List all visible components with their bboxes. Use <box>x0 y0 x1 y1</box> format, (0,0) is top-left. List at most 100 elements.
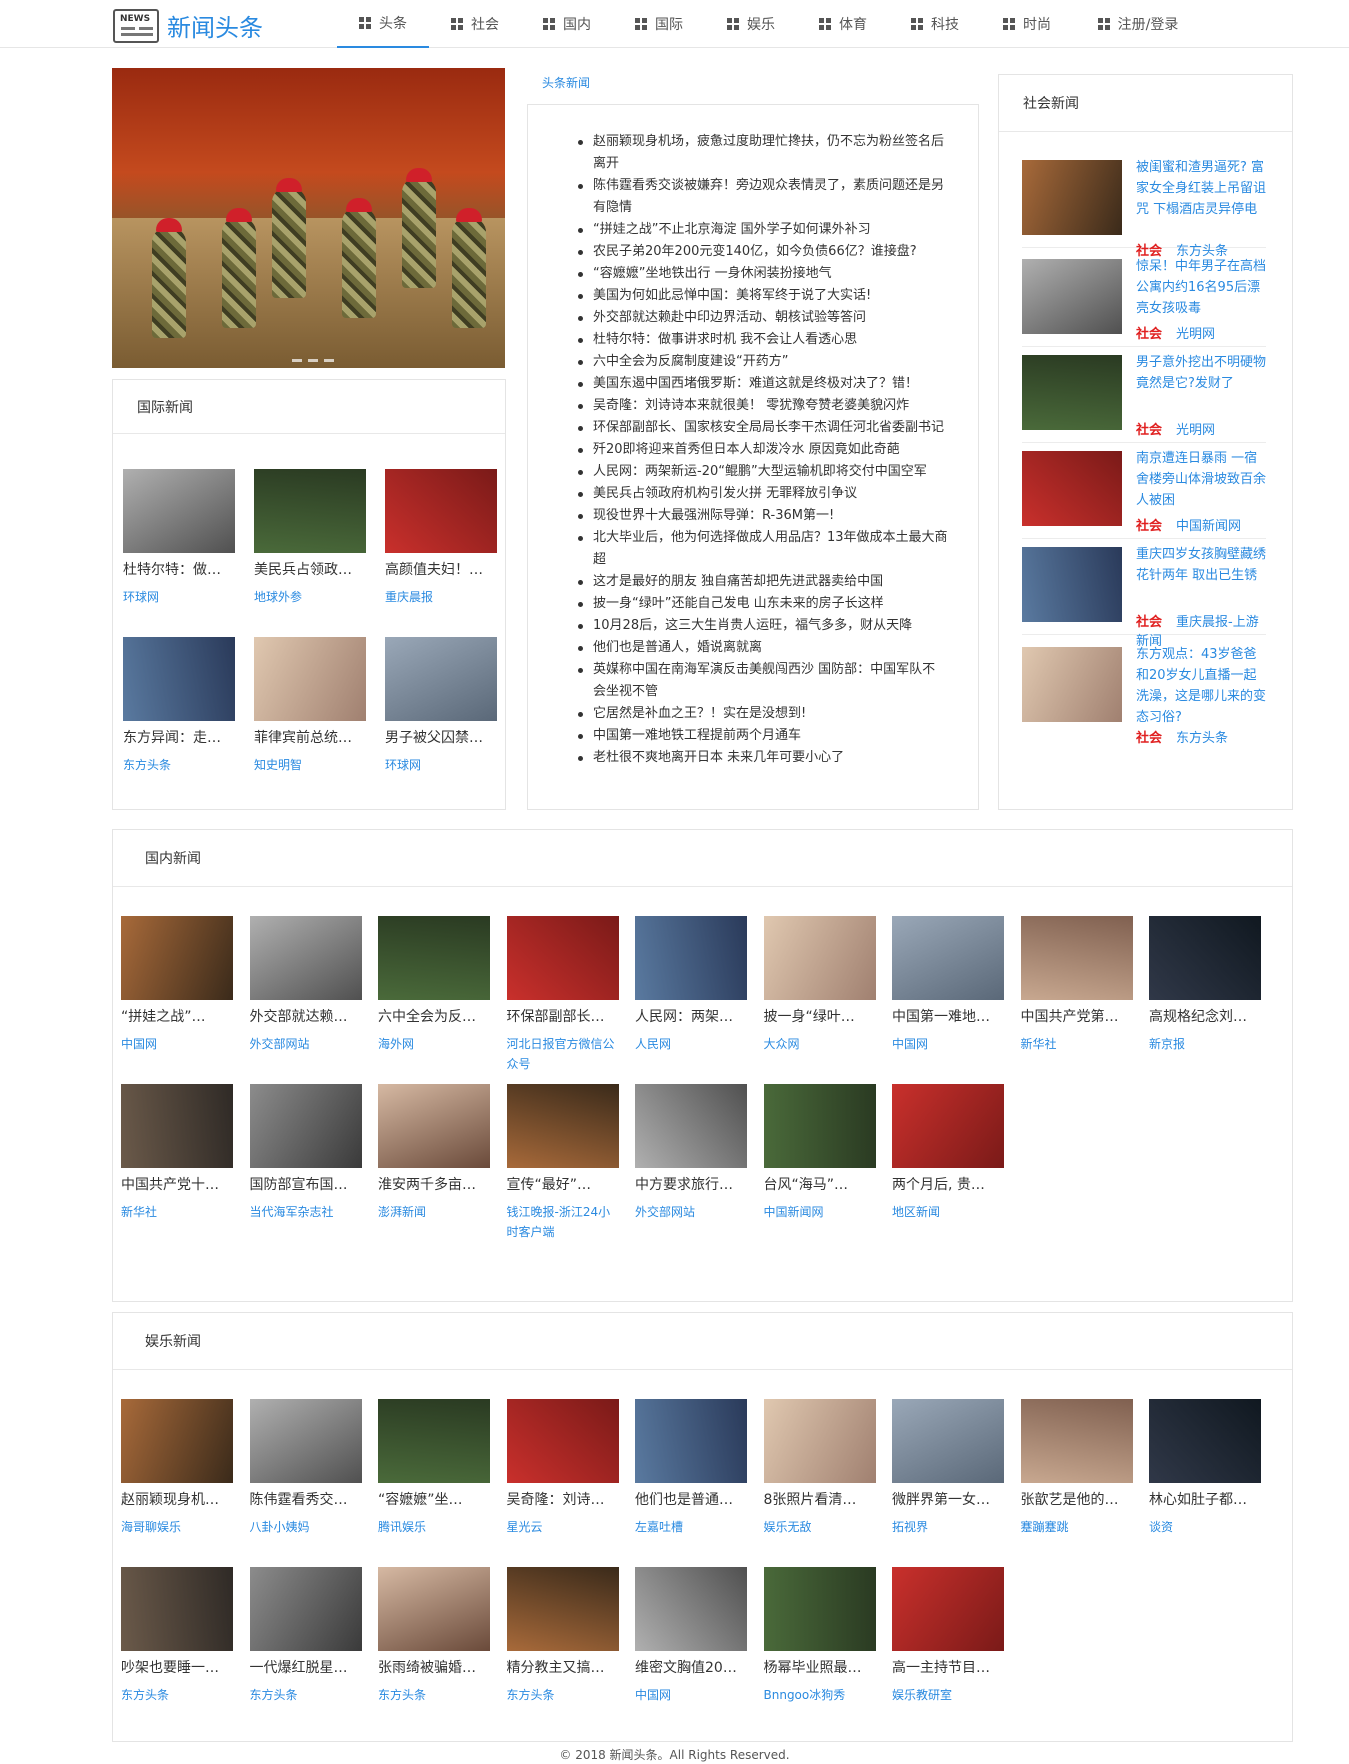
news-card[interactable]: 微胖界第一女… 拓视界 <box>892 1399 1004 1537</box>
headline-item[interactable]: 赵丽颖现身机场，疲惫过度助理忙搀扶，仍不忘为粉丝签名后离开 <box>578 131 948 175</box>
news-thumbnail[interactable] <box>1020 1399 1133 1483</box>
news-card-source[interactable]: 东方头条 <box>378 1685 490 1705</box>
news-card-source[interactable]: 大众网 <box>764 1034 876 1054</box>
headline-item[interactable]: 美民兵占领政府机构引发火拼 无罪释放引争议 <box>578 483 948 505</box>
news-card-source[interactable]: 左嘉吐槽 <box>635 1517 747 1537</box>
news-card[interactable]: 维密文胸值20… 中国网 <box>635 1567 747 1705</box>
news-thumbnail[interactable] <box>1022 355 1122 430</box>
news-card-source[interactable]: 重庆晨报 <box>385 587 497 607</box>
news-card-source[interactable]: 东方头条 <box>507 1685 619 1705</box>
category-tag[interactable]: 社会 <box>1136 731 1162 746</box>
news-thumbnail[interactable] <box>385 469 497 553</box>
news-card-source[interactable]: 娱乐教研室 <box>892 1685 1004 1705</box>
news-card[interactable]: 他们也是普通… 左嘉吐槽 <box>635 1399 747 1537</box>
news-card[interactable]: 中方要求旅行… 外交部网站 <box>635 1084 747 1222</box>
news-thumbnail[interactable] <box>1022 160 1122 235</box>
headline-item[interactable]: 现役世界十大最强洲际导弹：R-36M第一! <box>578 505 948 527</box>
news-card-title[interactable]: 人民网：两架… <box>635 1006 747 1026</box>
news-thumbnail[interactable] <box>123 637 235 721</box>
society-news-item[interactable]: 东方观点：43岁爸爸和20岁女儿直播一起洗澡，这是哪儿来的变态习俗? 社会 东方头条 <box>1022 644 1268 746</box>
news-thumbnail[interactable] <box>506 1567 619 1651</box>
news-card-title[interactable]: 高颜值夫妇！… <box>385 559 497 579</box>
news-card-title[interactable]: 微胖界第一女… <box>892 1489 1004 1509</box>
news-thumbnail[interactable] <box>763 1567 876 1651</box>
site-logo[interactable]: NEWS 新闻头条 <box>113 8 263 43</box>
news-card[interactable]: 东方异闻：走… 东方头条 <box>123 637 235 775</box>
society-news-title[interactable]: 东方观点：43岁爸爸和20岁女儿直播一起洗澡，这是哪儿来的变态习俗? <box>1136 644 1268 728</box>
headline-item[interactable]: 农民子弟20年200元变140亿，如今负债66亿？谁接盘? <box>578 241 948 263</box>
news-card[interactable]: 张歆艺是他的… 蹇蹦蹇跳 <box>1020 1399 1133 1537</box>
news-card-source[interactable]: 外交部网站 <box>635 1202 747 1222</box>
news-thumbnail[interactable] <box>1149 916 1261 1000</box>
news-thumbnail[interactable] <box>763 1399 876 1483</box>
news-thumbnail[interactable] <box>249 1567 362 1651</box>
news-card-title[interactable]: 披一身“绿叶… <box>764 1006 876 1026</box>
news-card-title[interactable]: 台风“海马”… <box>764 1174 876 1194</box>
news-card[interactable]: 两个月后, 贵… 地区新闻 <box>892 1084 1004 1222</box>
news-card-title[interactable]: 赵丽颖现身机… <box>121 1489 233 1509</box>
news-card[interactable]: 国防部宣布国… 当代海军杂志社 <box>249 1084 362 1222</box>
news-thumbnail[interactable] <box>1020 916 1133 1000</box>
news-card-source[interactable]: 蹇蹦蹇跳 <box>1021 1517 1133 1537</box>
news-card-title[interactable]: 张雨绮被骗婚… <box>378 1657 490 1677</box>
news-card-source[interactable]: 环球网 <box>123 587 235 607</box>
news-card-source[interactable]: 新华社 <box>121 1202 233 1222</box>
news-card-source[interactable]: 地球外参 <box>254 587 366 607</box>
news-card-title[interactable]: 美民兵占领政… <box>254 559 366 579</box>
news-card-title[interactable]: “容嬷嬷”坐… <box>378 1489 490 1509</box>
news-card[interactable]: 张雨绮被骗婚… 东方头条 <box>378 1567 490 1705</box>
news-card-source[interactable]: 东方头条 <box>123 755 235 775</box>
nav-item-3[interactable]: 国际 <box>613 0 705 48</box>
news-card[interactable]: 吴奇隆：刘诗… 星光云 <box>506 1399 619 1537</box>
headline-item[interactable]: 环保部副部长、国家核安全局局长李干杰调任河北省委副书记 <box>578 417 948 439</box>
news-thumbnail[interactable] <box>385 637 497 721</box>
news-card-source[interactable]: 娱乐无敌 <box>764 1517 876 1537</box>
nav-item-5[interactable]: 体育 <box>797 0 889 48</box>
news-card-source[interactable]: 澎湃新闻 <box>378 1202 490 1222</box>
news-card-title[interactable]: 一代爆红脱星… <box>250 1657 362 1677</box>
headline-carousel[interactable] <box>112 68 505 368</box>
society-news-title[interactable]: 被闺蜜和渣男逼死? 富家女全身红装上吊留诅咒 下榻酒店灵异停电 <box>1136 157 1268 220</box>
headline-item[interactable]: 这才是最好的朋友 独自痛苦却把先进武器卖给中国 <box>578 571 948 593</box>
news-card-source[interactable]: 拓视界 <box>892 1517 1004 1537</box>
news-card-source[interactable]: 当代海军杂志社 <box>250 1202 362 1222</box>
headline-item[interactable]: 歼20即将迎来首秀但日本人却泼冷水 原因竟如此奇葩 <box>578 439 948 461</box>
news-card[interactable]: 8张照片看清… 娱乐无敌 <box>763 1399 876 1537</box>
news-card-title[interactable]: “拼娃之战”… <box>121 1006 233 1026</box>
news-card[interactable]: 披一身“绿叶… 大众网 <box>763 916 876 1054</box>
category-tag[interactable]: 社会 <box>1136 519 1162 534</box>
society-news-title[interactable]: 南京遭连日暴雨 一宿舍楼旁山体滑坡致百余人被困 <box>1136 448 1268 511</box>
news-card[interactable]: 外交部就达赖… 外交部网站 <box>249 916 362 1054</box>
headline-item[interactable]: 披一身“绿叶”还能自己发电 山东未来的房子长这样 <box>578 593 948 615</box>
news-thumbnail[interactable] <box>1022 547 1122 622</box>
news-thumbnail[interactable] <box>249 1399 362 1483</box>
news-card-source[interactable]: 星光云 <box>507 1517 619 1537</box>
news-card-title[interactable]: 男子被父囚禁… <box>385 727 497 747</box>
news-card[interactable]: 中国第一难地… 中国网 <box>892 916 1004 1054</box>
news-card-source[interactable]: 中国网 <box>121 1034 233 1054</box>
news-card[interactable]: 中国共产党十… 新华社 <box>121 1084 233 1222</box>
news-card-title[interactable]: 8张照片看清… <box>764 1489 876 1509</box>
headline-item[interactable]: 六中全会为反腐制度建设“开药方” <box>578 351 948 373</box>
news-card[interactable]: 精分教主又搞… 东方头条 <box>506 1567 619 1705</box>
news-card-source[interactable]: 新京报 <box>1149 1034 1261 1054</box>
category-tag[interactable]: 社会 <box>1136 615 1162 630</box>
headline-item[interactable]: “容嬷嬷”坐地铁出行 一身休闲装扮接地气 <box>578 263 948 285</box>
news-card[interactable]: 吵架也要睡一… 东方头条 <box>121 1567 233 1705</box>
news-card[interactable]: 高颜值夫妇！… 重庆晨报 <box>385 469 497 607</box>
news-thumbnail[interactable] <box>121 1399 233 1483</box>
news-card[interactable]: 高一主持节目… 娱乐教研室 <box>892 1567 1004 1705</box>
news-card-source[interactable]: Bnngoo冰狗秀 <box>764 1685 876 1705</box>
news-card-title[interactable]: 中国第一难地… <box>892 1006 1004 1026</box>
society-news-item[interactable]: 男子意外挖出不明硬物竟然是它?发财了 社会 光明网 <box>1022 355 1266 443</box>
news-card-title[interactable]: 陈伟霆看秀交… <box>250 1489 362 1509</box>
news-card[interactable]: 台风“海马”… 中国新闻网 <box>763 1084 876 1222</box>
news-card[interactable]: “拼娃之战”… 中国网 <box>121 916 233 1054</box>
news-card-source[interactable]: 地区新闻 <box>892 1202 1004 1222</box>
news-card-title[interactable]: 杜特尔特：做… <box>123 559 235 579</box>
news-card-title[interactable]: 吵架也要睡一… <box>121 1657 233 1677</box>
news-thumbnail[interactable] <box>506 916 619 1000</box>
society-news-title[interactable]: 重庆四岁女孩胸壁藏绣花针两年 取出已生锈 <box>1136 544 1268 586</box>
news-source[interactable]: 光明网 <box>1176 327 1215 342</box>
news-card-source[interactable]: 知史明智 <box>254 755 366 775</box>
